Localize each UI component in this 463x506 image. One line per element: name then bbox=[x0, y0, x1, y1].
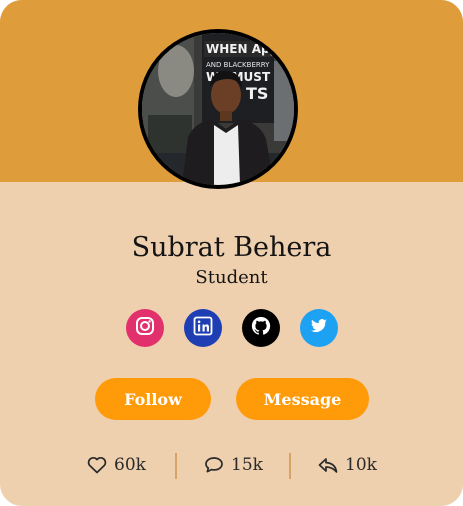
linkedin-icon bbox=[193, 316, 213, 340]
avatar: WHEN Apple AND BLACKBERRY WE MUST TS bbox=[138, 29, 298, 189]
heart-icon bbox=[86, 454, 108, 476]
avatar-photo: WHEN Apple AND BLACKBERRY WE MUST TS bbox=[142, 33, 294, 185]
profile-role: Student bbox=[195, 267, 268, 288]
twitter-icon bbox=[309, 316, 329, 340]
stats-row: 60k 15k 10k bbox=[0, 450, 463, 480]
social-links bbox=[126, 309, 338, 347]
instagram-icon bbox=[135, 316, 155, 340]
follow-button[interactable]: Follow bbox=[95, 378, 211, 420]
stats-divider bbox=[289, 453, 291, 479]
linkedin-link[interactable] bbox=[184, 309, 222, 347]
instagram-link[interactable] bbox=[126, 309, 164, 347]
github-link[interactable] bbox=[242, 309, 280, 347]
profile-name: Subrat Behera bbox=[131, 232, 332, 263]
likes-count: 60k bbox=[114, 455, 146, 475]
message-button[interactable]: Message bbox=[236, 378, 369, 420]
comment-icon bbox=[203, 454, 225, 476]
stats-divider bbox=[175, 453, 177, 479]
shares-count: 10k bbox=[345, 455, 377, 475]
poster-text-4: TS bbox=[246, 84, 268, 103]
poster-text-2: AND BLACKBERRY bbox=[206, 61, 270, 69]
comments-stat[interactable]: 15k bbox=[203, 450, 263, 480]
profile-card: WHEN Apple AND BLACKBERRY WE MUST TS Sub… bbox=[0, 0, 463, 506]
comments-count: 15k bbox=[231, 455, 263, 475]
likes-stat[interactable]: 60k bbox=[86, 450, 146, 480]
reply-icon bbox=[317, 454, 339, 476]
twitter-link[interactable] bbox=[300, 309, 338, 347]
github-icon bbox=[250, 315, 272, 341]
shares-stat[interactable]: 10k bbox=[317, 450, 377, 480]
